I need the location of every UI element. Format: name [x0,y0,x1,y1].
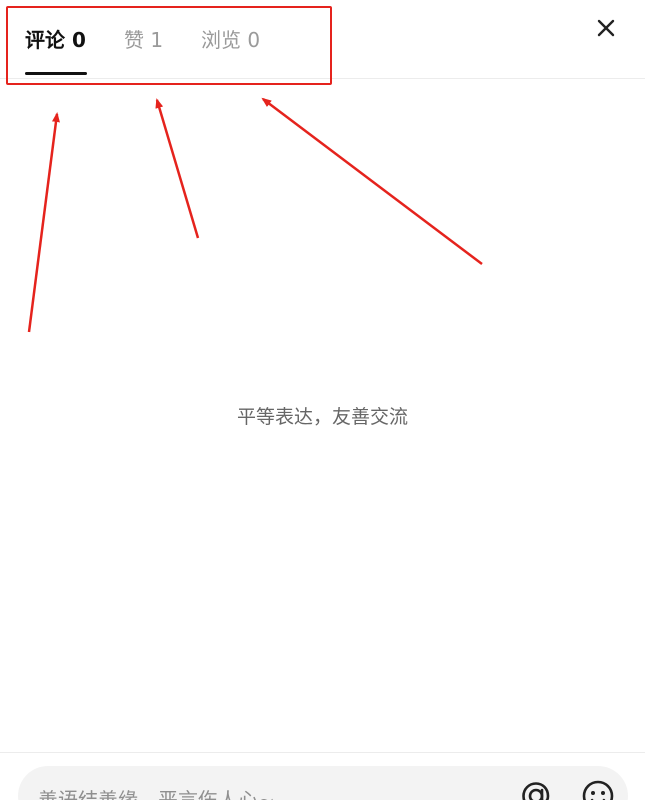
annotation-arrow-1 [27,112,60,333]
annotation-arrow-3 [261,97,483,265]
empty-state-text: 平等表达，友善交流 [236,406,408,428]
bottom-divider [0,752,645,753]
close-button[interactable] [592,14,620,42]
annotation-arrows [27,97,483,333]
emoji-button[interactable] [580,778,616,800]
comment-panel: 评论 0 赞 1 浏览 0 平等表达，友善交流 善语结善缘，恶言伤人心~ [0,0,645,800]
mention-button[interactable] [518,778,554,800]
annotation-arrow-2 [155,98,200,239]
close-icon [597,19,615,37]
annotation-box [6,6,332,85]
at-icon [522,782,550,800]
emoji-icon [582,780,614,800]
comment-placeholder: 善语结善缘，恶言伤人心~ [38,788,275,800]
